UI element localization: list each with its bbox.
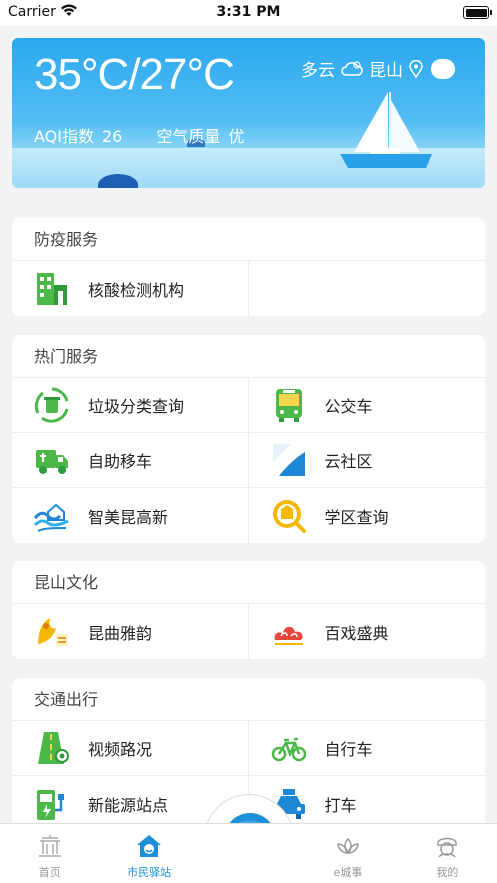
service-label: 昆曲雅韵 <box>88 623 153 643</box>
tab-home[interactable]: 首页 <box>0 824 99 883</box>
moon-toggle[interactable] <box>431 58 455 79</box>
opera-cloud-icon <box>274 626 303 645</box>
section-title: 热门服务 <box>12 335 485 378</box>
bicycle-icon <box>271 737 306 762</box>
status-bar: Carrier 3:31 PM <box>0 0 497 26</box>
wave-house-icon <box>34 503 69 532</box>
service-label: 新能源站点 <box>88 795 169 815</box>
tab-e-city[interactable]: e城事 <box>298 824 397 883</box>
service-label: 公交车 <box>324 397 373 416</box>
tab-label: 我的 <box>436 866 459 879</box>
tab-mine[interactable]: 我的 <box>398 824 497 883</box>
tab-label: 首页 <box>38 866 61 879</box>
school-search-icon <box>272 499 306 533</box>
sailboat-illustration <box>340 92 432 168</box>
weather-condition: 多云 <box>301 61 335 81</box>
road-camera-icon <box>38 732 69 764</box>
aqi-label: AQI指数 <box>34 127 94 146</box>
weather-banner[interactable]: 35°C/27°C 多云 昆山 AQI指数 26 空气质量优 <box>12 38 485 188</box>
service-label: 百戏盛典 <box>324 623 389 643</box>
cloudy-icon <box>341 60 363 76</box>
battery-icon <box>463 6 492 19</box>
kunshan-culture-card: 昆山文化 昆曲雅韵 百戏盛典 <box>12 561 485 659</box>
tab-center-spacer <box>199 824 298 883</box>
lotus-icon <box>337 837 359 855</box>
profile-icon <box>437 837 458 858</box>
weather-meta: 多云 昆山 <box>301 56 455 81</box>
service-self-move-car[interactable]: 自助移车 <box>12 433 249 488</box>
service-nucleic-test[interactable]: 核酸检测机构 <box>12 261 249 316</box>
service-label: 核酸检测机构 <box>88 280 185 300</box>
bus-icon <box>275 389 302 422</box>
air-quality-row: AQI指数 26 空气质量优 <box>34 123 244 147</box>
service-cloud-community[interactable]: 云社区 <box>248 433 485 488</box>
service-label: 学区查询 <box>324 507 389 527</box>
quality-label: 空气质量 <box>156 127 221 146</box>
service-bus[interactable]: 公交车 <box>248 378 485 433</box>
temperature-range: 35°C/27°C <box>34 50 235 99</box>
aqi-value: 26 <box>101 127 123 146</box>
truck-icon <box>36 450 68 474</box>
service-label: 云社区 <box>324 452 373 471</box>
bottom-tab-bar: 首页 市民驿站 e城事 我的 <box>0 823 497 883</box>
epidemic-services-card: 防疫服务 核酸检测机构 <box>12 218 485 316</box>
hot-services-card: 热门服务 垃圾分类查询 公交车 自助移车 云社区 智美昆高新 学区查询 <box>12 335 485 543</box>
quality-value: 优 <box>228 127 245 146</box>
service-label: 打车 <box>324 795 357 815</box>
service-label: 自助移车 <box>88 452 153 471</box>
service-opera-festival[interactable]: 百戏盛典 <box>249 604 486 659</box>
tab-label: e城事 <box>333 866 363 879</box>
charging-station-icon <box>37 789 64 820</box>
service-smart-kunshan[interactable]: 智美昆高新 <box>12 488 249 543</box>
service-kunqu[interactable]: 昆曲雅韵 <box>12 604 249 659</box>
building-icon <box>37 272 67 305</box>
section-title: 防疫服务 <box>12 218 485 261</box>
recycle-bin-icon <box>34 387 69 423</box>
service-label: 垃圾分类查询 <box>88 397 185 416</box>
location-pin-icon[interactable] <box>409 59 423 78</box>
service-label: 智美昆高新 <box>88 507 169 527</box>
city-name[interactable]: 昆山 <box>369 56 403 81</box>
service-bicycle[interactable]: 自行车 <box>248 721 485 776</box>
tab-label: 市民驿站 <box>127 866 172 879</box>
service-label: 视频路况 <box>88 740 153 759</box>
service-garbage-sorting[interactable]: 垃圾分类查询 <box>12 378 249 433</box>
cloud-community-icon <box>272 444 305 476</box>
tab-citizen-station[interactable]: 市民驿站 <box>99 824 198 883</box>
clock: 3:31 PM <box>216 4 281 20</box>
empty-cell <box>249 261 486 316</box>
section-title: 昆山文化 <box>12 561 485 604</box>
service-video-traffic[interactable]: 视频路况 <box>12 721 249 776</box>
home-pavilion-icon <box>38 835 61 857</box>
service-label: 自行车 <box>324 740 373 759</box>
section-title: 交通出行 <box>12 678 485 721</box>
kunqu-icon <box>38 617 68 646</box>
citizen-station-icon <box>137 835 162 857</box>
service-school-district[interactable]: 学区查询 <box>249 488 486 543</box>
